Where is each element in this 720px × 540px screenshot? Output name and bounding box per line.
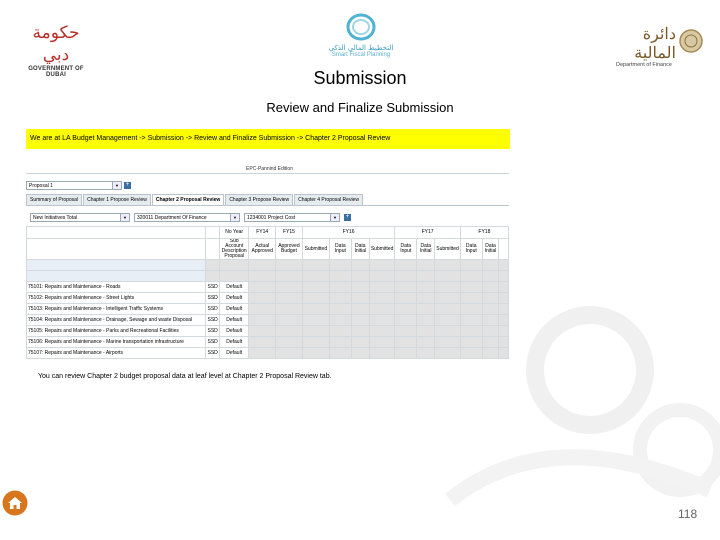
fy17-header: FY17 [394,226,461,239]
app-top-divider [26,173,509,174]
breadcrumb: We are at LA Budget Management -> Submis… [26,129,510,149]
column-header: Actual Approved [248,238,277,260]
column-header: Submitted [368,238,396,260]
no-year-header: No Year [219,226,250,239]
row-code: SSD [205,314,221,326]
row-account-label: 75102: Repairs and Maintenance - Street … [25,292,207,304]
row-code: SSD [205,292,221,304]
chevron-down-icon[interactable]: ▼ [330,214,339,221]
proposal-select[interactable]: Proposal 1 ▼ [26,181,122,190]
chevron-down-icon[interactable]: ▼ [120,214,129,221]
row-account-label: 75104: Repairs and Maintenance - Drainag… [25,314,207,326]
row-value: Default [219,303,250,315]
initiative-filter-value: New Initiatives Total [33,215,78,221]
tab-chapter-1[interactable]: Chapter 1 Propose Review [83,194,151,205]
tab-divider [26,205,509,206]
row-value: Default [219,292,250,304]
fy16-header: FY16 [301,226,396,239]
gov-logo-arabic: حكومة دبي [32,23,80,65]
chevron-down-icon[interactable]: ▼ [112,182,121,189]
row-account-label: 75107: Repairs and Maintenance - Airport… [25,347,207,359]
row-code: SSD [205,336,221,348]
year-header-row: No Year FY14 FY15 FY16 FY17 FY18 [25,226,510,239]
review-tabs: Summary of Proposal Chapter 1 Propose Re… [26,194,364,205]
row-code: SSD [205,347,221,359]
row-value: Default [219,314,250,326]
chevron-down-icon[interactable]: ▼ [230,214,239,221]
add-icon[interactable]: + [344,214,351,221]
initiative-filter[interactable]: New Initiatives Total ▼ [30,213,130,222]
blank-row [25,270,509,282]
column-header: Sub Account Description Proposal [219,238,250,260]
column-header: Data Initial [350,238,370,260]
column-header: Data Input [328,238,352,260]
decorative-swirl-icon [445,306,720,507]
row-code: SSD [205,325,221,337]
sub-header-row: Sub Account Description Proposal Actual … [25,238,509,260]
row-account-label: 75101: Repairs and Maintenance - Roads [25,281,207,293]
app-edition-label: EPC-Pannind Edition [246,166,293,172]
page-title: Submission [313,68,407,88]
home-icon[interactable] [2,490,28,516]
fy18-header: FY18 [459,226,510,239]
tab-chapter-2[interactable]: Chapter 2 Proposal Review [151,194,225,205]
row-account-label: 75106: Repairs and Maintenance - Marine … [25,336,207,348]
column-header: Submitted [301,238,330,260]
ring-emblem-icon [346,13,376,41]
fy15-header: FY15 [275,226,303,239]
dof-logo-arabic: دائرة المالية [634,24,676,62]
seal-icon [678,28,704,59]
tab-chapter-4[interactable]: Chapter 4 Proposal Review [294,194,363,205]
proposal-select-value: Proposal 1 [29,183,53,189]
project-filter-value: 1234001 Project Cost [247,215,296,221]
column-header: Data Input [394,238,418,260]
row-account-label: 75103: Repairs and Maintenance - Intelli… [25,303,207,315]
project-filter[interactable]: 1234001 Project Cost ▼ [244,213,340,222]
row-value: Default [219,336,250,348]
add-icon[interactable]: + [124,182,131,189]
tab-summary-of-proposal[interactable]: Summary of Proposal [26,194,83,205]
department-filter[interactable]: 320011 Department Of Finance ▼ [134,213,240,222]
row-code: SSD [205,303,221,315]
column-header: Data Input [459,238,483,260]
sfp-logo-arabic: التخطيط المالي الذكي [328,44,394,52]
tab-chapter-3[interactable]: Chapter 3 Propose Review [225,194,294,205]
page-subtitle: Review and Finalize Submission [266,100,454,115]
sfp-logo-english: Smart Fiscal Planning [331,52,391,58]
table-row[interactable]: 75101: Repairs and Maintenance - Roads S… [25,281,509,293]
column-header: Approved Budget [275,238,303,260]
fy14-header: FY14 [248,226,277,239]
column-header: Data Initial [416,238,436,260]
column-header: Data Initial [481,238,500,260]
instruction-note: You can review Chapter 2 budget proposal… [38,373,332,380]
row-value: Default [219,325,250,337]
row-value: Default [219,347,250,359]
department-of-finance-logo: دائرة المالية Department of Finance [612,24,708,68]
department-filter-value: 320011 Department Of Finance [137,215,207,221]
smart-fiscal-planning-logo: التخطيط المالي الذكي Smart Fiscal Planni… [318,12,404,58]
row-account-label: 75105: Repairs and Maintenance - Parks a… [25,325,207,337]
row-code: SSD [205,281,221,293]
row-value: Default [219,281,250,293]
page-number: 118 [678,507,698,521]
column-header: Submitted [434,238,461,260]
blank-row [25,259,509,271]
